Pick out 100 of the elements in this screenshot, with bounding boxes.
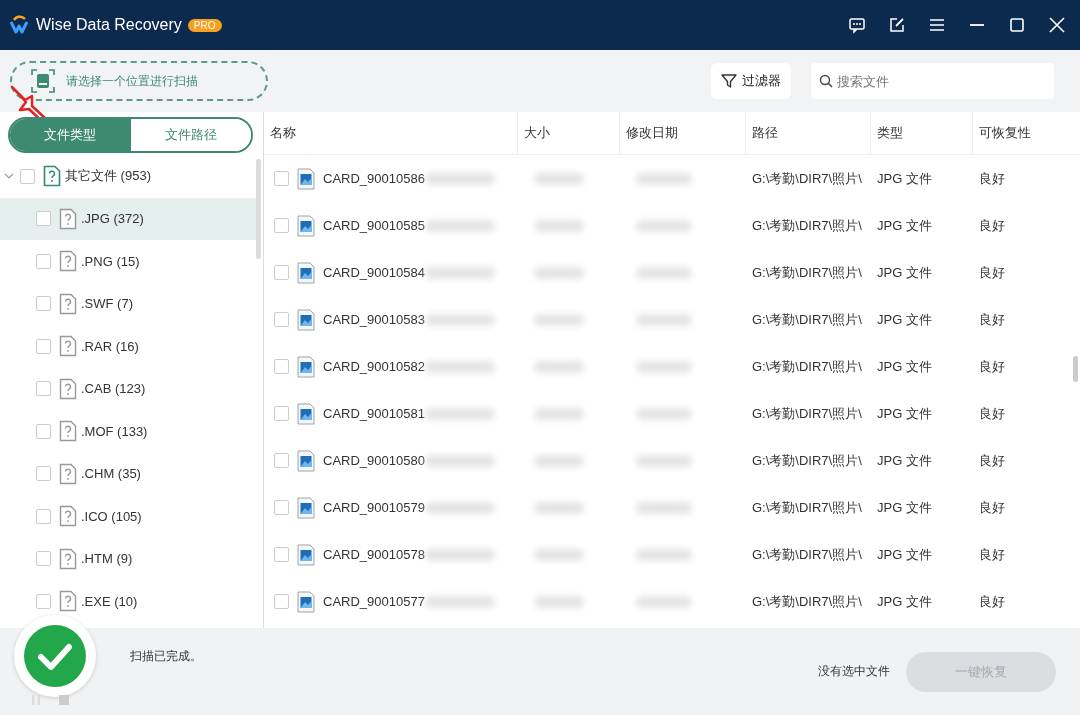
redaction — [636, 219, 692, 232]
checkbox[interactable] — [274, 171, 289, 186]
table-cell: JPG 文件 — [877, 357, 932, 376]
file-name: CARD_90010580 — [323, 453, 425, 468]
tree-item[interactable]: .SWF (7) — [0, 282, 256, 325]
checkbox[interactable] — [274, 453, 289, 468]
checkbox[interactable] — [36, 381, 51, 397]
tree-item[interactable]: 其它文件 (953) — [0, 155, 256, 198]
table-cell: JPG 文件 — [877, 263, 932, 282]
tree-item[interactable]: .RAR (16) — [0, 325, 256, 368]
checkbox[interactable] — [36, 296, 51, 312]
image-file-icon — [297, 355, 315, 378]
checkbox[interactable] — [36, 211, 51, 227]
checkbox[interactable] — [274, 312, 289, 327]
table-cell: 良好 — [979, 357, 1005, 376]
stop-icon[interactable] — [58, 694, 70, 706]
file-name: CARD_90010579 — [323, 500, 425, 515]
redaction — [534, 501, 584, 514]
column-header[interactable]: 名称 — [264, 112, 518, 154]
redaction — [424, 266, 495, 279]
scrollbar-thumb[interactable] — [1073, 356, 1078, 382]
redaction — [534, 407, 584, 420]
table-cell: JPG 文件 — [877, 169, 932, 188]
unknown-file-icon — [59, 590, 77, 613]
redaction — [424, 595, 495, 608]
checkbox[interactable] — [36, 466, 51, 482]
redaction — [424, 219, 495, 232]
image-file-icon — [297, 449, 315, 472]
redaction — [636, 501, 692, 514]
feedback-icon[interactable] — [848, 16, 866, 34]
redaction — [534, 595, 584, 608]
checkbox[interactable] — [274, 594, 289, 609]
tree-item[interactable]: .EXE (10) — [0, 580, 256, 623]
image-file-icon — [297, 167, 315, 190]
checkbox[interactable] — [36, 423, 51, 439]
pro-badge: PRO — [187, 18, 222, 32]
image-file-icon — [297, 496, 315, 519]
table-cell: JPG 文件 — [877, 498, 932, 517]
redaction — [636, 360, 692, 373]
checkbox[interactable] — [274, 265, 289, 280]
column-header[interactable]: 路径 — [746, 112, 871, 154]
file-name: CARD_90010584 — [323, 265, 425, 280]
pause-icon[interactable] — [30, 694, 42, 706]
redaction — [424, 407, 495, 420]
maximize-icon[interactable] — [1008, 16, 1026, 34]
view-tab[interactable]: 文件类型 — [10, 119, 131, 151]
table-cell: 良好 — [979, 545, 1005, 564]
tree-item[interactable]: .ICO (105) — [0, 495, 256, 538]
filter-button[interactable]: 过滤器 — [711, 63, 791, 99]
redaction — [534, 219, 584, 232]
search-field[interactable]: 搜索文件 — [811, 63, 1054, 99]
table-cell: 良好 — [979, 310, 1005, 329]
redaction — [636, 407, 692, 420]
tree-label: .PNG (15) — [81, 253, 140, 269]
checkbox[interactable] — [274, 500, 289, 515]
menu-icon[interactable] — [928, 16, 946, 34]
redaction — [424, 360, 495, 373]
checkbox[interactable] — [36, 338, 51, 354]
table-cell: JPG 文件 — [877, 216, 932, 235]
table-cell: G:\考勤\DIR7\照片\ — [752, 310, 862, 329]
tree-item[interactable]: .CAB (123) — [0, 367, 256, 410]
column-header[interactable]: 大小 — [518, 112, 620, 154]
checkbox[interactable] — [36, 551, 51, 567]
table-cell: 良好 — [979, 216, 1005, 235]
tree-item[interactable]: .CHM (35) — [0, 452, 256, 495]
close-icon[interactable] — [1048, 16, 1066, 34]
image-file-icon — [297, 590, 315, 613]
redaction — [636, 266, 692, 279]
file-name: CARD_90010586 — [323, 171, 425, 186]
tree-item[interactable]: .HTM (9) — [0, 537, 256, 580]
checkbox[interactable] — [274, 218, 289, 233]
tree-item[interactable]: .JPG (372) — [0, 197, 256, 240]
unknown-file-icon — [59, 292, 77, 315]
file-name: CARD_90010582 — [323, 359, 425, 374]
column-header[interactable]: 修改日期 — [620, 112, 746, 154]
logo-icon — [8, 14, 30, 36]
status-message: 扫描已完成。 — [130, 648, 202, 665]
drive-icon — [30, 68, 56, 94]
column-header[interactable]: 类型 — [871, 112, 973, 154]
redaction — [534, 454, 584, 467]
tree-item[interactable]: .PNG (15) — [0, 240, 256, 283]
tree-label: .HTM (9) — [81, 551, 133, 567]
checkbox[interactable] — [36, 593, 51, 609]
scan-location-field[interactable]: 请选择一个位置进行扫描 — [10, 61, 268, 101]
tree-label: .MOF (133) — [81, 423, 148, 439]
tree-item[interactable]: .MOF (133) — [0, 410, 256, 453]
scrollbar-thumb[interactable] — [256, 159, 261, 259]
redaction — [534, 548, 584, 561]
tree-label: .EXE (10) — [81, 593, 138, 609]
edit-icon[interactable] — [888, 16, 906, 34]
unknown-file-icon — [59, 207, 77, 230]
checkbox[interactable] — [274, 406, 289, 421]
checkbox[interactable] — [274, 547, 289, 562]
checkbox[interactable] — [36, 508, 51, 524]
checkbox[interactable] — [20, 168, 35, 184]
column-header[interactable]: 可恢复性 — [973, 112, 1071, 154]
table-cell: JPG 文件 — [877, 451, 932, 470]
checkbox[interactable] — [36, 253, 51, 269]
checkbox[interactable] — [274, 359, 289, 374]
tree-label: .SWF (7) — [81, 296, 133, 312]
